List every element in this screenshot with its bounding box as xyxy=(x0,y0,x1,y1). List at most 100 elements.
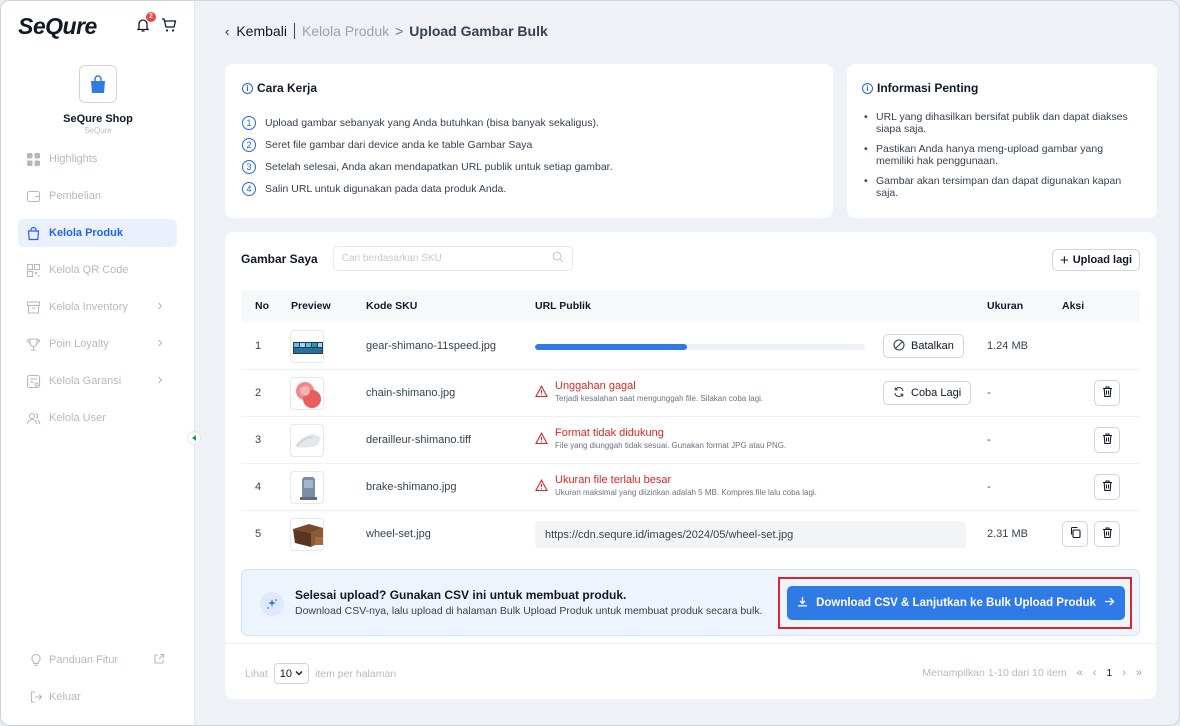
page-size-control: Lihat 10 item per halaman xyxy=(245,663,396,684)
upload-more-button[interactable]: + Upload lagi xyxy=(1051,249,1140,271)
upload-more-label: Upload lagi xyxy=(1072,254,1132,266)
brand-logo[interactable]: SeQure xyxy=(18,13,97,40)
search-input[interactable]: Cari berdasarkan SKU xyxy=(332,246,573,271)
back-link[interactable]: Kembali xyxy=(236,23,287,39)
archive-icon xyxy=(26,300,41,315)
shop-avatar[interactable] xyxy=(79,65,117,103)
sidebar-item-label: Highlights xyxy=(49,153,98,165)
cart-icon[interactable] xyxy=(161,17,177,33)
preview-thumbnail[interactable] xyxy=(290,377,324,410)
sidebar-guide-link[interactable]: Panduan Fitur xyxy=(29,653,169,667)
step-item: 3 Setelah selesai, Anda akan mendapatkan … xyxy=(242,156,613,178)
sidebar-item-label: Kelola Inventory xyxy=(49,301,128,313)
sidebar-item-kelola-produk[interactable]: Kelola Produk xyxy=(18,219,177,247)
error-description: File yang diunggah tidak sesuai. Gunakan… xyxy=(555,441,787,450)
preview-thumbnail[interactable] xyxy=(290,330,324,363)
bell-icon[interactable]: 2 xyxy=(135,12,156,33)
guide-label: Panduan Fitur xyxy=(49,654,119,666)
prev-page-button[interactable]: ‹ xyxy=(1093,667,1097,679)
preview-thumbnail[interactable] xyxy=(290,471,324,504)
col-size: Ukuran xyxy=(987,300,1024,312)
sku-filename: wheel-set.jpg xyxy=(366,528,431,540)
page-title: Upload Gambar Bulk xyxy=(409,23,548,39)
breadcrumb-parent[interactable]: Kelola Produk xyxy=(302,23,389,39)
cancel-icon xyxy=(893,338,905,354)
next-page-button[interactable]: › xyxy=(1122,667,1126,679)
preview-thumbnail[interactable] xyxy=(290,424,324,457)
grid-icon xyxy=(26,152,41,167)
qr-code-icon xyxy=(26,263,41,278)
chevron-right-icon xyxy=(155,375,165,385)
sidebar-item-kelola-garansi[interactable]: Kelola Garansi xyxy=(18,367,177,395)
breadcrumb-divider xyxy=(293,23,295,39)
delete-button[interactable] xyxy=(1094,474,1120,500)
col-sku: Kode SKU xyxy=(366,300,418,312)
step-item: 2 Seret file gambar dari device anda ke t… xyxy=(242,134,613,156)
public-url-field[interactable]: https://cdn.sequre.id/images/2024/05/whe… xyxy=(535,521,966,548)
page-size-select[interactable]: 10 xyxy=(273,663,310,684)
step-number: 2 xyxy=(242,138,256,152)
delete-button[interactable] xyxy=(1094,427,1120,453)
row-number: 2 xyxy=(255,387,262,399)
file-size: - xyxy=(987,481,991,493)
last-page-button[interactable]: » xyxy=(1136,667,1142,679)
sidebar-item-kelola-inventory[interactable]: Kelola Inventory xyxy=(18,293,177,321)
sku-filename: derailleur-shimano.tiff xyxy=(366,434,471,446)
logout-button[interactable]: Keluar xyxy=(29,690,81,704)
download-csv-button[interactable]: Download CSV & Lanjutkan ke Bulk Upload … xyxy=(787,586,1125,620)
how-it-works-card: i Cara Kerja 1 Upload gambar sebanyak yan… xyxy=(225,64,833,218)
collapse-sidebar-button[interactable] xyxy=(187,431,201,445)
cancel-upload-button[interactable]: Batalkan xyxy=(883,334,964,358)
shop-name: SeQure Shop xyxy=(63,113,133,125)
download-icon xyxy=(797,596,808,610)
gallery-title: Gambar Saya xyxy=(241,251,318,266)
sidebar-item-highlights[interactable]: Highlights xyxy=(18,145,177,173)
sidebar-item-poin-loyalty[interactable]: Poin Loyalty xyxy=(18,330,177,358)
warranty-icon xyxy=(26,374,41,389)
sidebar-item-kelola-user[interactable]: Kelola User xyxy=(18,404,177,432)
how-it-works-title: Cara Kerja xyxy=(257,81,318,95)
col-no: No xyxy=(255,300,269,312)
upload-error: Format tidak didukung File yang diunggah … xyxy=(535,427,786,450)
current-page[interactable]: 1 xyxy=(1106,667,1112,679)
sidebar-item-kelola-qr-code[interactable]: Kelola QR Code xyxy=(18,256,177,284)
sidebar-item-label: Kelola User xyxy=(49,412,106,424)
info-bullet: Gambar akan tersimpan dan dapat digunaka… xyxy=(863,175,1143,199)
upload-error: Unggahan gagal Terjadi kesalahan saat men… xyxy=(535,380,763,403)
sidebar-item-label: Kelola Produk xyxy=(49,227,123,239)
shop-subtitle: SeQure xyxy=(84,126,112,135)
preview-thumbnail[interactable] xyxy=(290,518,324,551)
first-page-button[interactable]: « xyxy=(1077,667,1083,679)
delete-button[interactable] xyxy=(1094,521,1120,547)
sidebar-item-pembelian[interactable]: Pembelian xyxy=(18,182,177,210)
warning-icon xyxy=(535,432,548,445)
row-number: 5 xyxy=(255,528,262,540)
step-item: 1 Upload gambar sebanyak yang Anda butuhk… xyxy=(242,112,613,134)
table-row: 4 brake-shimano.jpg Ukuran file terlalu … xyxy=(241,464,1140,511)
trophy-icon xyxy=(26,337,41,352)
how-it-works-heading: i Cara Kerja xyxy=(242,81,317,95)
pagination-controls: Menampilkan 1-10 dari 10 item « ‹ 1 › » xyxy=(922,667,1142,679)
copy-icon xyxy=(1069,526,1082,542)
row-number: 1 xyxy=(255,340,262,352)
chevron-right-icon xyxy=(155,301,165,311)
wallet-icon xyxy=(26,189,41,204)
table-row: 1 gear-shimano-11speed.jpg Batalkan 1.24… xyxy=(241,323,1140,370)
step-text: Upload gambar sebanyak yang Anda butuhka… xyxy=(265,117,599,129)
chevron-right-icon xyxy=(155,338,165,348)
retry-upload-button[interactable]: Coba Lagi xyxy=(883,381,972,405)
table-row: 2 chain-shimano.jpg Unggahan gagal Terjad… xyxy=(241,370,1140,417)
error-description: Ukuran maksimal yang diizinkan adalah 5 … xyxy=(555,488,817,497)
sku-filename: brake-shimano.jpg xyxy=(366,481,457,493)
bag-icon xyxy=(26,226,41,241)
chevron-left-icon[interactable]: ‹ xyxy=(225,24,229,39)
copy-url-button[interactable] xyxy=(1062,521,1088,547)
arrow-right-icon xyxy=(1104,596,1115,610)
delete-button[interactable] xyxy=(1094,380,1120,406)
important-info-title: Informasi Penting xyxy=(877,81,979,95)
upload-progress-fill xyxy=(535,344,687,350)
sku-filename: gear-shimano-11speed.jpg xyxy=(366,340,497,352)
file-size: 2.31 MB xyxy=(987,528,1028,540)
sidebar-item-label: Kelola Garansi xyxy=(49,375,122,387)
error-description: Terjadi kesalahan saat mengunggah file. … xyxy=(555,394,764,403)
